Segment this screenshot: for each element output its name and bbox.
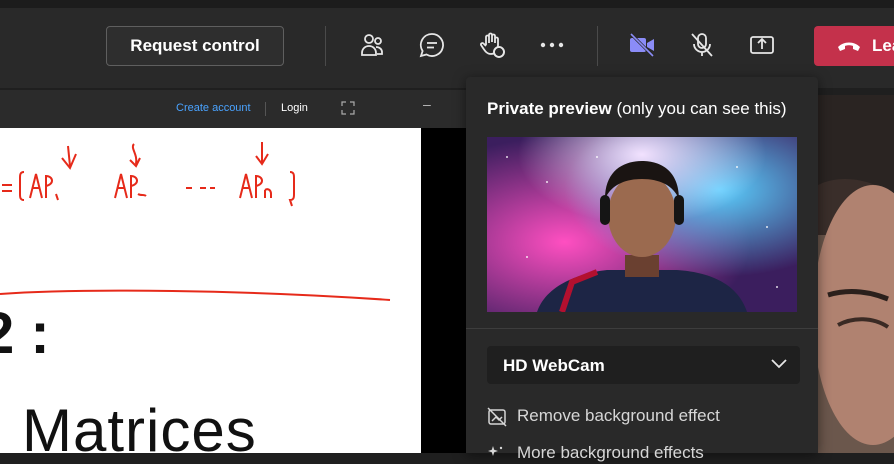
- preview-title: Private preview (only you can see this): [487, 99, 787, 119]
- request-control-button[interactable]: Request control: [106, 26, 284, 66]
- preview-title-note: (only you can see this): [611, 99, 787, 118]
- whiteboard-title: Matrices: [22, 397, 257, 453]
- more-icon[interactable]: [538, 31, 566, 59]
- camera-icon[interactable]: [628, 31, 656, 59]
- chevron-down-icon: [771, 359, 787, 369]
- mic-off-icon[interactable]: [688, 31, 716, 59]
- title-strip: [0, 0, 894, 8]
- shared-screen-edge: [421, 128, 466, 453]
- remove-background-label: Remove background effect: [517, 406, 720, 425]
- no-background-icon: [487, 407, 507, 427]
- share-icon[interactable]: [748, 31, 776, 59]
- shared-browser-bar: Create account Login –: [0, 90, 466, 128]
- leave-button[interactable]: Lea: [814, 26, 894, 66]
- create-account-link[interactable]: Create account: [176, 102, 251, 114]
- shared-whiteboard: 2 : Matrices: [0, 128, 421, 453]
- link-divider: [265, 102, 266, 116]
- participant-face: [818, 95, 894, 453]
- toolbar-divider: [597, 26, 598, 66]
- meeting-toolbar: Request control Le: [0, 0, 894, 88]
- phone-hangup-icon: [838, 42, 860, 51]
- preview-title-bold: Private preview: [487, 99, 612, 118]
- login-link[interactable]: Login: [281, 102, 308, 114]
- expand-icon[interactable]: [341, 101, 355, 115]
- camera-preview-image: [487, 137, 797, 312]
- toolbar-divider: [325, 26, 326, 66]
- whiteboard-heading: 2 :: [0, 301, 50, 366]
- leave-label: Lea: [872, 36, 894, 55]
- participant-video: [818, 95, 894, 453]
- private-preview-panel: Private preview (only you can see this): [466, 77, 818, 462]
- camera-select-dropdown[interactable]: HD WebCam: [487, 346, 800, 384]
- camera-select-value: HD WebCam: [503, 356, 605, 375]
- camera-preview: [487, 137, 797, 312]
- people-icon[interactable]: [358, 31, 386, 59]
- minimize-icon[interactable]: –: [423, 96, 431, 112]
- panel-divider: [466, 328, 818, 329]
- sparkle-icon: [488, 446, 503, 456]
- more-background-label: More background effects: [517, 443, 704, 462]
- chat-icon[interactable]: [418, 31, 446, 59]
- raise-hand-icon[interactable]: [478, 31, 506, 59]
